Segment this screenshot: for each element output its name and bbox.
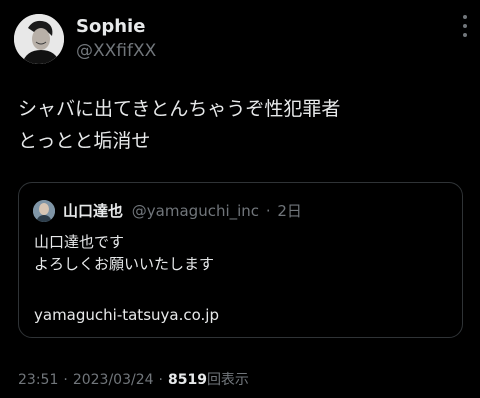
- quoted-separator: ·: [265, 202, 271, 220]
- quoted-link[interactable]: yamaguchi-tatsuya.co.jp: [34, 304, 219, 326]
- quoted-tweet-card[interactable]: 山口達也 @yamaguchi_inc · 2日 山口達也です よろしくお願いい…: [18, 182, 463, 338]
- views-count: 8519: [167, 372, 207, 388]
- views-label: 回表示: [206, 372, 249, 388]
- quoted-text: 山口達也です よろしくお願いいたします: [34, 231, 214, 275]
- author-handle[interactable]: @XXfifXX: [76, 41, 156, 61]
- meta-separator: ·: [158, 372, 163, 388]
- quoted-text-line: よろしくお願いいたします: [34, 255, 215, 273]
- quoted-handle[interactable]: @yamaguchi_inc: [132, 202, 259, 220]
- tweet-date[interactable]: 2023/03/24: [73, 372, 154, 388]
- tweet-text: シャバに出てきとんちゃうぞ性犯罪者 とっとと垢消せ: [18, 93, 468, 157]
- tweet-time[interactable]: 23:51: [18, 372, 58, 388]
- quoted-header: 山口達也 @yamaguchi_inc · 2日: [63, 201, 302, 221]
- quoted-display-name[interactable]: 山口達也: [63, 202, 123, 220]
- meta-separator: ·: [63, 372, 68, 388]
- tweet-text-line: とっとと垢消せ: [18, 130, 151, 152]
- author-display-name[interactable]: Sophie: [76, 16, 145, 38]
- avatar[interactable]: [14, 14, 64, 64]
- more-options-icon[interactable]: [458, 10, 472, 50]
- tweet: Sophie @XXfifXX シャバに出てきとんちゃうぞ性犯罪者 とっとと垢消…: [0, 0, 480, 398]
- quoted-text-line: 山口達也です: [34, 233, 125, 251]
- tweet-text-line: シャバに出てきとんちゃうぞ性犯罪者: [18, 98, 341, 120]
- tweet-meta: 23:51 · 2023/03/24 · 8519回表示: [18, 370, 249, 390]
- quoted-timestamp[interactable]: 2日: [277, 202, 302, 220]
- quoted-avatar[interactable]: [33, 200, 55, 222]
